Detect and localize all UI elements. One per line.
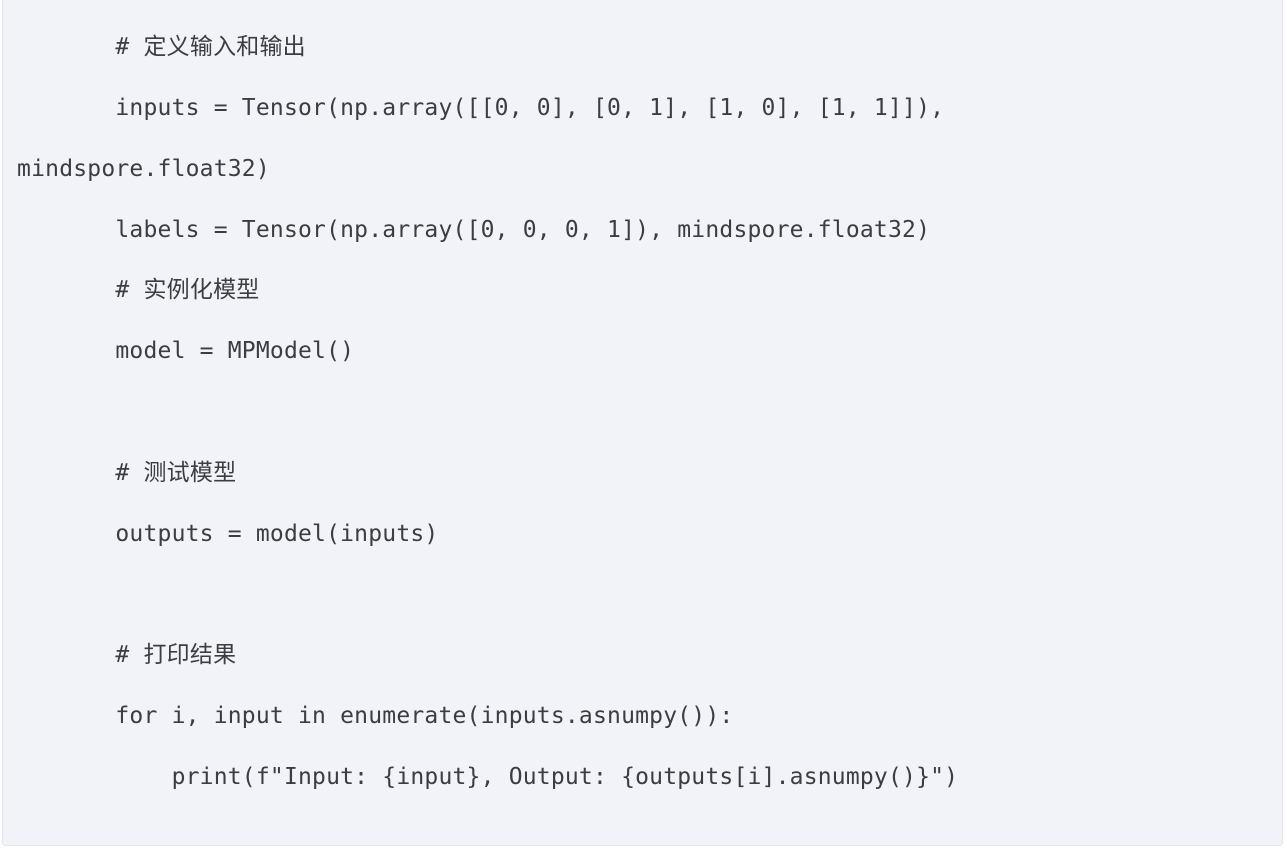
code-block: # 定义输入和输出 inputs = Tensor(np.array([[0, … [2,0,1283,846]
code-line-model: model = MPModel() [3,338,355,364]
code-line-inputs-wrap: mindspore.float32) [3,156,270,182]
code-line-comment-define-io: # 定义输入和输出 [3,34,306,60]
code-line-outputs: outputs = model(inputs) [3,521,439,547]
code-line-print: print(f"Input: {input}, Output: {outputs… [3,764,959,790]
code-line-comment-test: # 测试模型 [3,460,237,486]
code-line-inputs: inputs = Tensor(np.array([[0, 0], [0, 1]… [3,95,945,121]
code-line-comment-instantiate: # 实例化模型 [3,277,260,303]
code-line-for-loop: for i, input in enumerate(inputs.asnumpy… [3,703,734,729]
code-line-comment-print: # 打印结果 [3,642,237,668]
code-line-labels: labels = Tensor(np.array([0, 0, 0, 1]), … [3,217,931,243]
